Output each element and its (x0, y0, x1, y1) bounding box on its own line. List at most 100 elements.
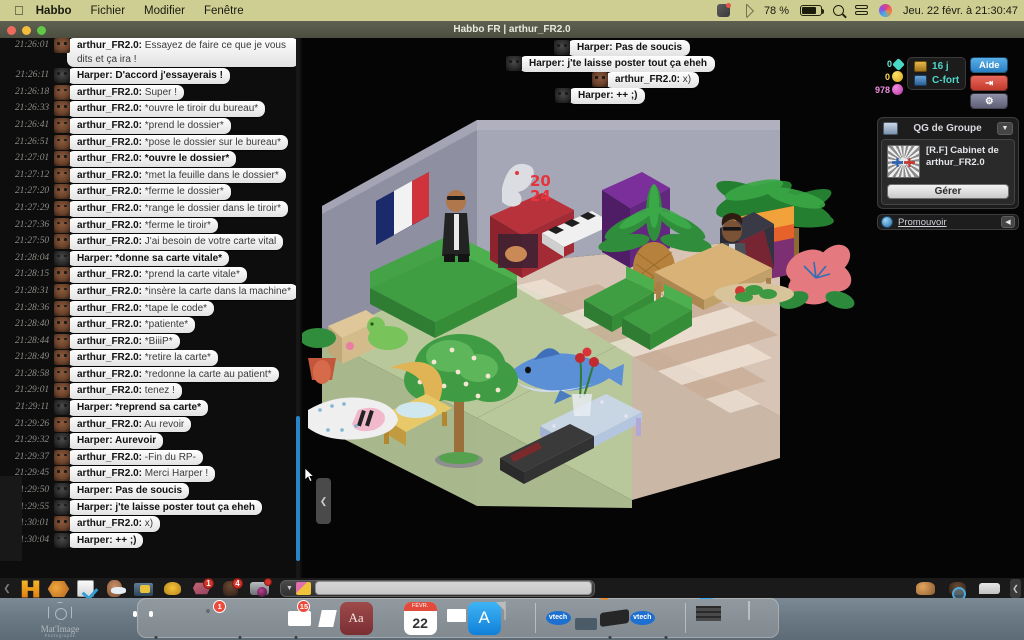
promote-label[interactable]: Promouvoir (898, 217, 996, 228)
dock-item[interactable] (171, 602, 196, 635)
toolbar-collapse-right-icon[interactable]: ❮ (1010, 578, 1021, 598)
safe-item[interactable]: C-fort (914, 75, 959, 86)
chat-avatar-icon[interactable] (54, 234, 70, 250)
apple-logo-icon[interactable]:  (14, 4, 24, 17)
dock-item[interactable] (440, 602, 465, 635)
chat-avatar-icon[interactable] (54, 200, 70, 216)
inventory-icon[interactable]: 1 (190, 577, 214, 598)
messages-icon[interactable] (978, 579, 1001, 598)
dock-item[interactable] (626, 602, 651, 635)
ducket-row[interactable]: 0 (885, 71, 904, 82)
screen-recording-icon[interactable] (716, 3, 731, 17)
habbo-club-item[interactable]: 16 j (914, 61, 959, 72)
document-icon[interactable] (503, 600, 506, 620)
chat-avatar-icon[interactable] (54, 184, 70, 200)
avatar-editor-icon[interactable] (103, 579, 126, 598)
dock-item[interactable] (720, 602, 745, 635)
siri-icon[interactable] (879, 4, 893, 17)
dock-item[interactable] (654, 602, 679, 639)
dock-item[interactable]: FÉVR. 22 (403, 601, 437, 635)
close-button[interactable] (7, 25, 16, 35)
dock-item[interactable] (255, 602, 280, 635)
chat-avatar-icon[interactable] (54, 117, 70, 133)
chat-avatar-icon[interactable] (54, 433, 70, 449)
catalogue-icon[interactable] (132, 579, 155, 598)
dock-item[interactable] (598, 602, 623, 639)
room-bubble-avatar-icon[interactable] (592, 72, 608, 88)
friend-search-icon[interactable] (946, 579, 969, 598)
menu-item-fichier[interactable]: Fichier (91, 5, 126, 17)
chat-avatar-icon[interactable] (54, 101, 70, 117)
room-bubble-avatar-icon[interactable] (506, 56, 522, 72)
dictionary-icon[interactable]: Aa (339, 601, 373, 635)
promote-panel[interactable]: Promouvoir ◀ (877, 214, 1019, 230)
menu-item-modifier[interactable]: Modifier (144, 5, 185, 17)
help-button[interactable]: Aide (970, 57, 1009, 73)
chat-avatar-icon[interactable] (54, 300, 70, 316)
minimize-button[interactable] (22, 25, 31, 35)
chat-avatar-icon[interactable] (54, 68, 70, 84)
chat-scrollbar-thumb[interactable] (296, 416, 300, 561)
chat-input-bar[interactable]: ▼ (280, 579, 595, 597)
chat-avatar-icon[interactable] (54, 151, 70, 167)
dock-item[interactable]: 1 (199, 599, 227, 635)
chat-avatar-icon[interactable] (54, 400, 70, 416)
chat-avatar-icon[interactable] (54, 383, 70, 399)
dock-item[interactable] (227, 602, 252, 639)
chevron-down-icon[interactable]: ▼ (997, 122, 1013, 135)
chat-avatar-icon[interactable] (54, 250, 70, 266)
menu-item-habbo[interactable]: Habbo (36, 5, 72, 17)
dock-item[interactable] (542, 602, 567, 635)
chat-avatar-icon[interactable] (54, 416, 70, 432)
diamond-row[interactable]: 0 (887, 57, 905, 71)
dock-item[interactable] (376, 602, 401, 635)
search-icon[interactable] (833, 5, 845, 16)
camera-icon[interactable] (248, 577, 272, 598)
logout-icon[interactable]: ⇥ (970, 75, 1009, 91)
chat-avatar-icon[interactable] (54, 283, 70, 299)
chat-avatar-icon[interactable] (54, 167, 70, 183)
chevron-down-icon[interactable]: ▼ (283, 585, 296, 592)
chat-avatar-icon[interactable] (54, 84, 70, 100)
chat-input[interactable] (314, 581, 592, 595)
dock-item[interactable]: Aa (339, 601, 373, 635)
chat-avatar-icon[interactable] (54, 466, 70, 482)
chat-avatar-icon[interactable] (54, 350, 70, 366)
chat-avatar-icon[interactable] (54, 217, 70, 233)
chat-history-panel[interactable]: 21:26:01 arthur_FR2.0: Essayez de faire c… (0, 38, 302, 578)
calendar-icon[interactable]: FÉVR. 22 (403, 601, 437, 635)
trash-icon[interactable] (747, 600, 750, 620)
chat-avatar-icon[interactable] (54, 333, 70, 349)
menu-item-fenetre[interactable]: Fenêtre (204, 5, 244, 17)
dock-item[interactable] (692, 602, 717, 635)
chat-avatar-icon[interactable] (54, 366, 70, 382)
habbo-home-icon[interactable] (16, 579, 40, 598)
dock-item[interactable] (570, 602, 595, 635)
menubar-clock[interactable]: Jeu. 22 févr. à 21:30:47 (903, 5, 1018, 17)
dock-item[interactable] (143, 602, 168, 639)
toolbar-collapse-left-icon[interactable]: ❮ (0, 583, 14, 594)
bluetooth-icon[interactable] (741, 4, 753, 17)
chat-avatar-icon[interactable] (54, 38, 70, 53)
room-panel-collapse-toggle[interactable]: ❮ (316, 478, 331, 524)
quests-icon[interactable] (74, 579, 97, 598)
credit-row[interactable]: 978 (875, 84, 904, 95)
chat-avatar-icon[interactable] (54, 449, 70, 465)
chat-avatar-icon[interactable] (54, 134, 70, 150)
zoom-button[interactable] (37, 25, 46, 35)
chat-style-icon[interactable] (295, 581, 311, 595)
chevron-left-icon[interactable]: ◀ (1001, 216, 1015, 228)
dock-item[interactable] (747, 600, 773, 635)
manage-group-button[interactable]: Gérer (887, 184, 1009, 199)
chat-avatar-icon[interactable] (54, 483, 70, 499)
control-center-icon[interactable] (855, 4, 869, 17)
chat-avatar-icon[interactable] (54, 516, 70, 532)
chat-avatar-icon[interactable] (54, 532, 70, 548)
friends-icon[interactable] (914, 579, 937, 598)
dock-item[interactable]: 15 (283, 599, 311, 639)
dock-item[interactable] (503, 600, 529, 635)
dock-item[interactable] (311, 602, 336, 635)
room-bubble-avatar-icon[interactable] (555, 88, 571, 104)
gear-icon[interactable]: ⚙ (970, 93, 1009, 109)
builders-club-icon[interactable] (161, 579, 184, 598)
